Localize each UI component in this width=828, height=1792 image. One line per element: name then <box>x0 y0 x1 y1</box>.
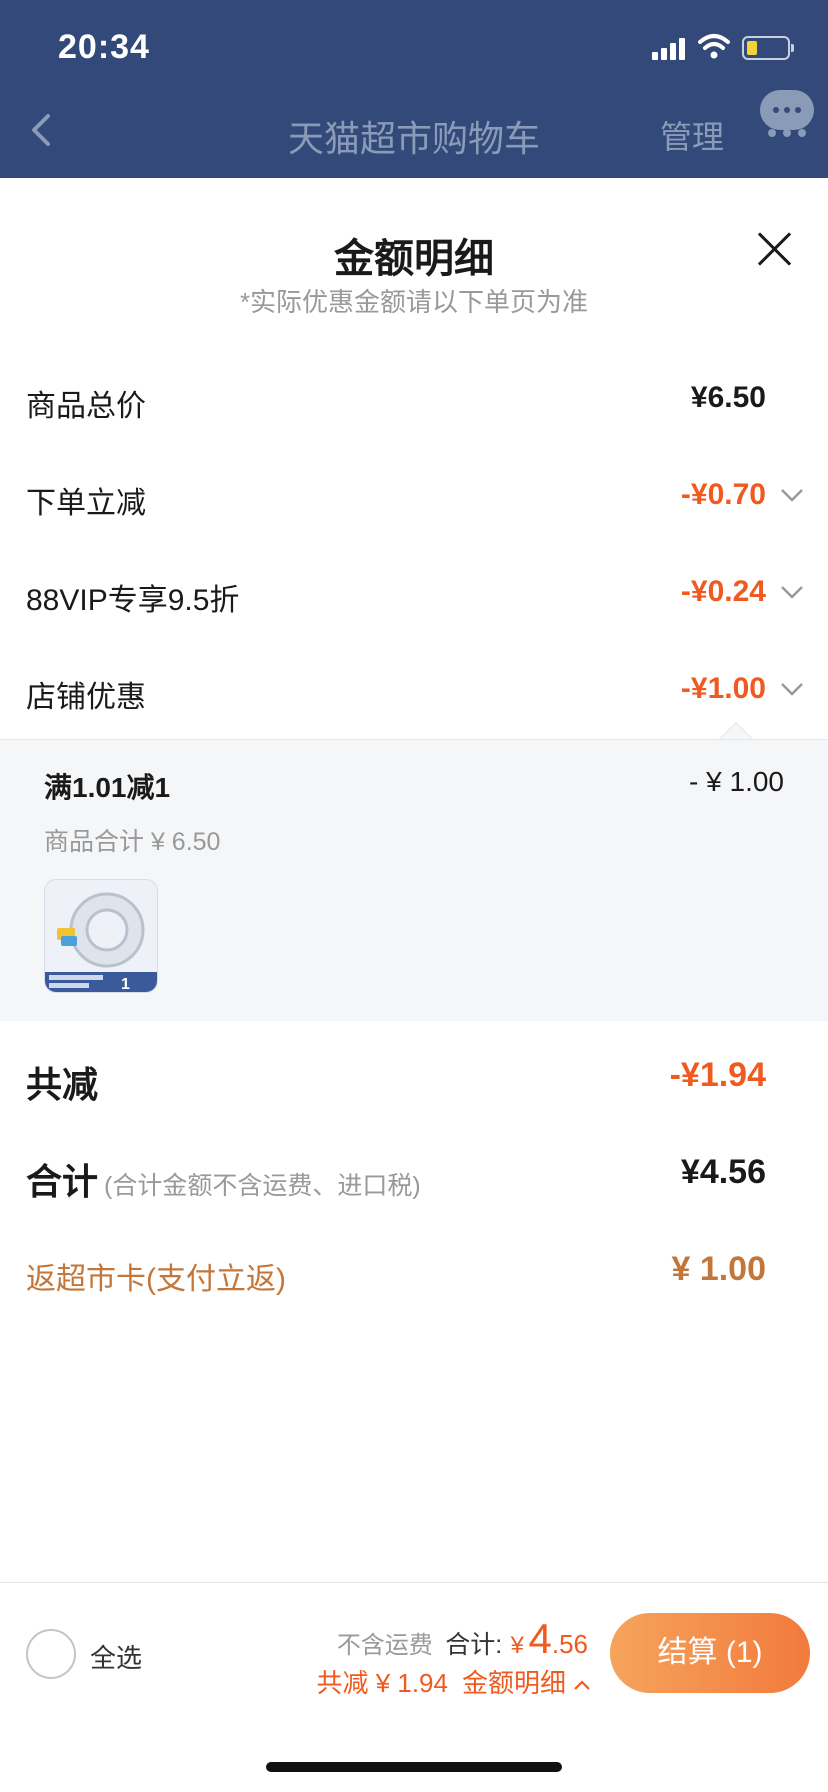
top-header: 20:34 天猫超市购物车 管理 <box>0 0 828 178</box>
no-shipping-note: 不含运费 <box>336 1632 433 1659</box>
grand-total-amount: ¥4.56 <box>680 1153 766 1191</box>
checkout-bar: 全选 不含运费 合计: ¥ 4.56 共减 ¥ 1.94 金额明细 结算 (1) <box>0 1582 828 1792</box>
home-indicator[interactable] <box>266 1762 562 1772</box>
row-vip-discount[interactable]: 88VIP专享9.5折 -¥0.24 <box>0 565 828 625</box>
bottom-total-int: 4 <box>528 1615 552 1662</box>
select-all-label[interactable]: 全选 <box>90 1638 142 1675</box>
signal-icon <box>652 36 688 60</box>
discount-rule-subtotal: 商品合计 ¥ 6.50 <box>44 828 221 856</box>
rebate-amount: ¥ 1.00 <box>671 1250 766 1288</box>
bottom-discount-line[interactable]: 共减 ¥ 1.94 金额明细 <box>316 1663 590 1700</box>
grand-total-row: 合计 (合计金额不含运费、进口税) ¥4.56 <box>0 1145 828 1209</box>
bottom-total-currency: ¥ <box>510 1632 525 1659</box>
grand-total-label: 合计 <box>26 1161 99 1202</box>
row-amount: -¥0.24 <box>680 575 766 608</box>
total-discount-row: 共减 -¥1.94 <box>0 1048 828 1112</box>
row-label: 店铺优惠 <box>26 681 146 714</box>
bottom-total-line: 不含运费 合计: ¥ 4.56 <box>337 1615 588 1663</box>
amount-detail-sheet: 金额明细 *实际优惠金额请以下单页为准 商品总价 ¥6.50 下单立减 -¥0.… <box>0 178 828 1792</box>
row-order-discount[interactable]: 下单立减 -¥0.70 <box>0 468 828 528</box>
row-label: 商品总价 <box>26 390 146 423</box>
sheet-title: 金额明细 <box>334 237 494 281</box>
select-all-radio[interactable] <box>26 1629 76 1679</box>
row-label: 下单立减 <box>26 487 146 520</box>
bottom-total-dec: .56 <box>551 1629 588 1659</box>
amount-detail-link[interactable]: 金额明细 <box>462 1668 566 1698</box>
chat-bubble-icon[interactable] <box>760 90 814 130</box>
rebate-row: 返超市卡(支付立返) ¥ 1.00 <box>0 1242 828 1306</box>
battery-icon <box>742 36 794 60</box>
rebate-label: 返超市卡(支付立返) <box>26 1263 286 1296</box>
chevron-up-icon[interactable] <box>574 1680 590 1690</box>
bottom-total-label: 合计: <box>445 1631 503 1659</box>
row-label: 88VIP专享9.5折 <box>26 584 240 617</box>
row-amount: ¥6.50 <box>690 381 766 414</box>
checkout-button[interactable]: 结算 (1) <box>610 1613 810 1693</box>
status-time: 20:34 <box>58 28 150 66</box>
row-goods-total: 商品总价 ¥6.50 <box>0 371 828 431</box>
sheet-note: *实际优惠金额请以下单页为准 <box>239 287 589 317</box>
manage-button[interactable]: 管理 <box>660 112 724 158</box>
row-amount: -¥0.70 <box>680 478 766 511</box>
discount-rule-amount: - ¥ 1.00 <box>689 766 784 797</box>
chevron-down-icon[interactable] <box>780 682 804 696</box>
total-discount-label: 共减 <box>26 1064 99 1105</box>
store-discount-detail: 满1.01减1 - ¥ 1.00 商品合计 ¥ 6.50 1 <box>0 739 828 1021</box>
tape-roll-image: 1 <box>45 880 157 993</box>
total-discount-amount: -¥1.94 <box>669 1056 766 1094</box>
chevron-down-icon[interactable] <box>780 585 804 599</box>
chevron-down-icon[interactable] <box>780 488 804 502</box>
close-icon[interactable] <box>756 230 794 268</box>
wifi-icon <box>698 34 730 59</box>
row-store-discount[interactable]: 店铺优惠 -¥1.00 <box>0 662 828 722</box>
bottom-discount-text: 共减 ¥ 1.94 <box>316 1668 448 1698</box>
more-dots-icon[interactable] <box>760 128 814 140</box>
product-thumbnail[interactable]: 1 <box>44 879 158 993</box>
thumb-badge: 1 <box>121 976 130 993</box>
row-amount: -¥1.00 <box>680 672 766 705</box>
grand-total-note: (合计金额不含运费、进口税) <box>104 1172 421 1200</box>
discount-rule-name: 满1.01减1 <box>44 772 171 803</box>
